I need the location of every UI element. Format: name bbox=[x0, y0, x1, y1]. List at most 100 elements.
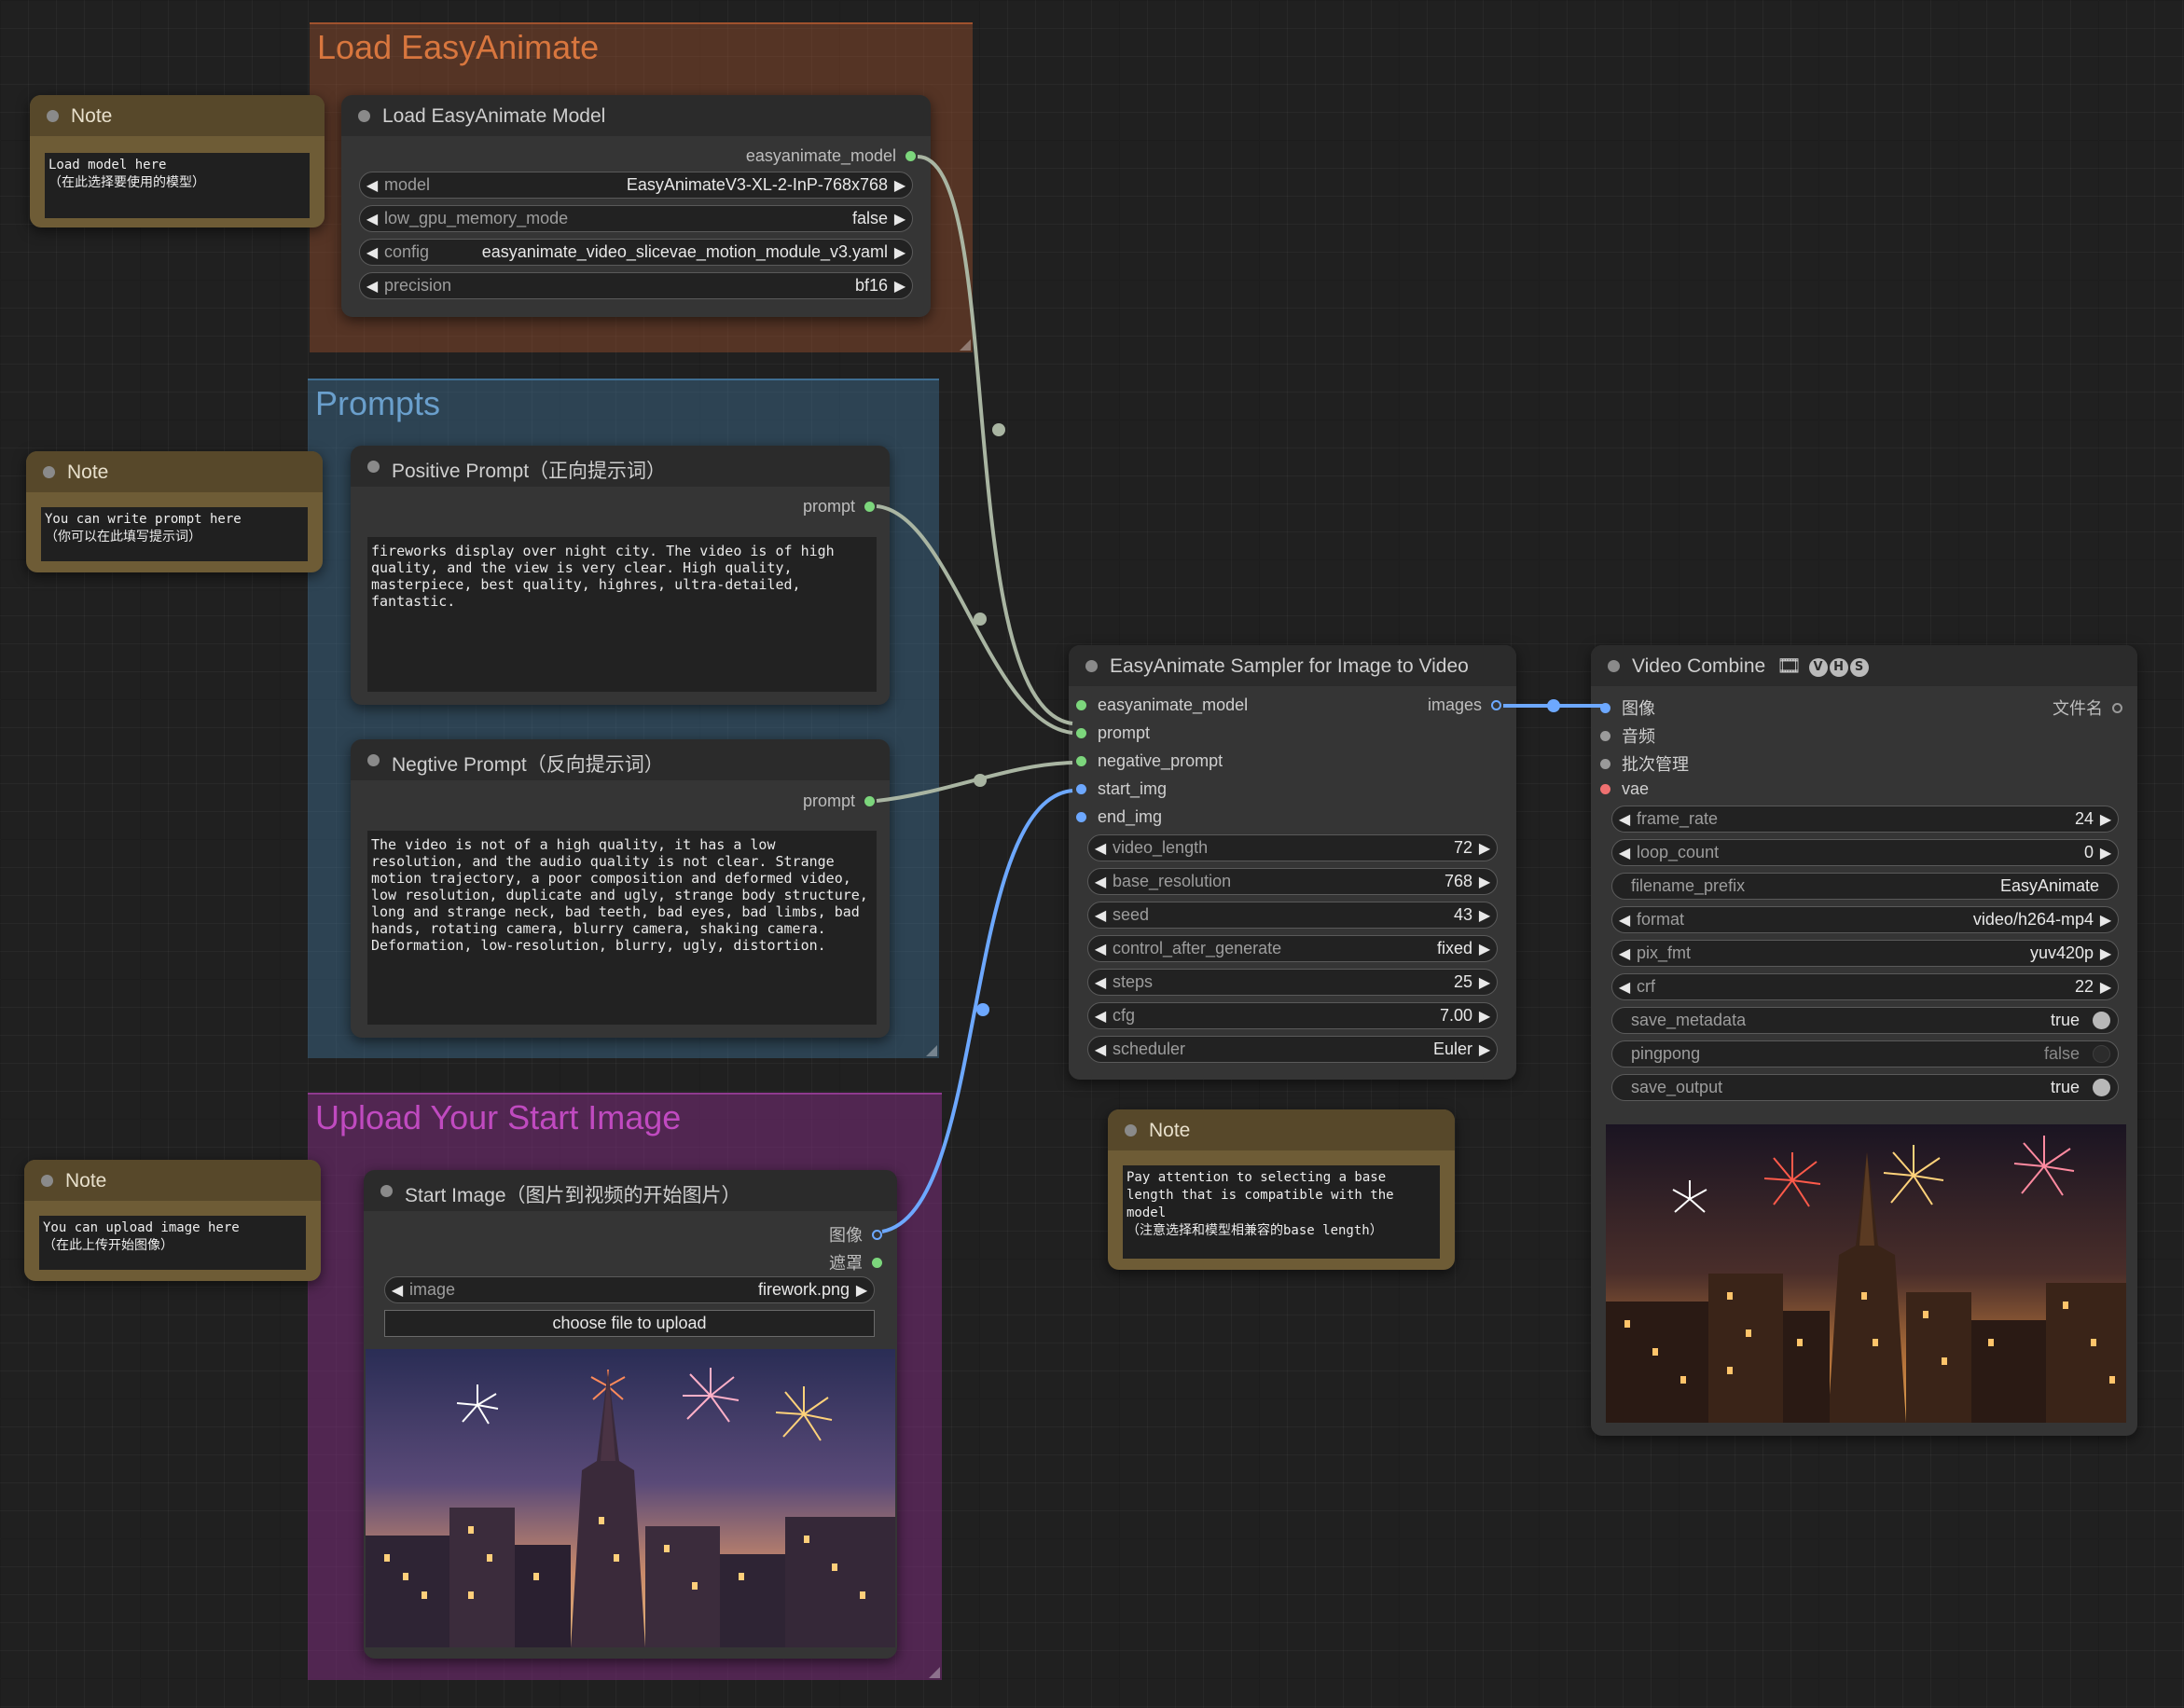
decrement-arrow-icon[interactable]: ◀ bbox=[1088, 940, 1113, 958]
toggle-knob-icon[interactable] bbox=[2093, 1012, 2110, 1029]
slot-connector-icon[interactable] bbox=[1076, 784, 1086, 794]
reroute-dot[interactable] bbox=[1547, 699, 1560, 712]
precision-widget[interactable]: ◀ precision bf16 ▶ bbox=[359, 272, 913, 299]
slot-connector-icon[interactable] bbox=[1491, 700, 1501, 710]
frame-rate-widget[interactable]: ◀ frame_rate 24 ▶ bbox=[1611, 806, 2119, 833]
collapse-dot-icon[interactable] bbox=[358, 110, 370, 122]
negative-prompt-textarea[interactable]: The video is not of a high quality, it h… bbox=[367, 831, 877, 1025]
steps-widget[interactable]: ◀ steps 25 ▶ bbox=[1087, 969, 1498, 996]
slot-connector-icon[interactable] bbox=[872, 1229, 882, 1240]
pingpong-toggle[interactable]: pingpong false bbox=[1611, 1040, 2119, 1068]
control-after-generate-widget[interactable]: ◀ control_after_generate fixed ▶ bbox=[1087, 935, 1498, 962]
decrement-arrow-icon[interactable]: ◀ bbox=[1612, 911, 1637, 930]
node-header[interactable]: Note bbox=[26, 451, 323, 492]
node-header[interactable]: Note bbox=[24, 1160, 321, 1201]
toggle-knob-icon[interactable] bbox=[2093, 1045, 2110, 1063]
input-slot-prompt[interactable]: prompt bbox=[1076, 723, 1150, 743]
collapse-dot-icon[interactable] bbox=[1125, 1124, 1137, 1136]
config-widget[interactable]: ◀ config easyanimate_video_slicevae_moti… bbox=[359, 239, 913, 266]
filename-prefix-widget[interactable]: filename_prefix EasyAnimate bbox=[1611, 873, 2119, 900]
increment-arrow-icon[interactable]: ▶ bbox=[1472, 1007, 1497, 1026]
node-header[interactable]: Note bbox=[30, 95, 325, 136]
increment-arrow-icon[interactable]: ▶ bbox=[850, 1281, 874, 1300]
toggle-knob-icon[interactable] bbox=[2093, 1079, 2110, 1096]
group-resize-handle[interactable] bbox=[929, 1667, 940, 1678]
decrement-arrow-icon[interactable]: ◀ bbox=[360, 176, 384, 195]
group-resize-handle[interactable] bbox=[926, 1045, 937, 1056]
node-header[interactable]: EasyAnimate Sampler for Image to Video bbox=[1069, 645, 1516, 686]
node-header[interactable]: Load EasyAnimate Model bbox=[341, 95, 931, 136]
decrement-arrow-icon[interactable]: ◀ bbox=[1088, 1007, 1113, 1026]
slot-connector-icon[interactable] bbox=[2112, 702, 2122, 713]
slot-connector-icon[interactable] bbox=[864, 502, 875, 512]
save-metadata-toggle[interactable]: save_metadata true bbox=[1611, 1007, 2119, 1034]
collapse-dot-icon[interactable] bbox=[47, 110, 59, 122]
slot-connector-icon[interactable] bbox=[1600, 758, 1610, 769]
easyanimate-sampler-node[interactable]: EasyAnimate Sampler for Image to Video e… bbox=[1069, 645, 1516, 1080]
increment-arrow-icon[interactable]: ▶ bbox=[2094, 844, 2118, 862]
note-node[interactable]: Note You can write prompt here （你可以在此填写提… bbox=[26, 451, 323, 572]
node-header[interactable]: Positive Prompt（正向提示词） bbox=[351, 446, 890, 487]
model-widget[interactable]: ◀ model EasyAnimateV3-XL-2-InP-768x768 ▶ bbox=[359, 172, 913, 199]
note-node[interactable]: Note You can upload image here （在此上传开始图像… bbox=[24, 1160, 321, 1281]
slot-connector-icon[interactable] bbox=[1076, 812, 1086, 822]
decrement-arrow-icon[interactable]: ◀ bbox=[360, 243, 384, 262]
increment-arrow-icon[interactable]: ▶ bbox=[1472, 873, 1497, 891]
reroute-dot[interactable] bbox=[976, 1003, 989, 1016]
note-text[interactable]: You can write prompt here （你可以在此填写提示词） bbox=[41, 507, 308, 561]
output-slot-prompt[interactable]: prompt bbox=[803, 792, 875, 811]
note-node[interactable]: Note Pay attention to selecting a base l… bbox=[1108, 1109, 1455, 1270]
base-resolution-widget[interactable]: ◀ base_resolution 768 ▶ bbox=[1087, 868, 1498, 895]
note-text[interactable]: Load model here （在此选择要使用的模型） bbox=[45, 153, 310, 218]
collapse-dot-icon[interactable] bbox=[380, 1185, 393, 1197]
collapse-dot-icon[interactable] bbox=[1085, 660, 1098, 672]
decrement-arrow-icon[interactable]: ◀ bbox=[1088, 973, 1113, 992]
slot-connector-icon[interactable] bbox=[872, 1257, 882, 1268]
choose-file-to-upload-button[interactable]: choose file to upload bbox=[384, 1310, 875, 1337]
scheduler-widget[interactable]: ◀ scheduler Euler ▶ bbox=[1087, 1036, 1498, 1063]
output-slot-filenames[interactable]: 文件名 bbox=[2053, 696, 2122, 720]
input-slot-audio[interactable]: 音频 bbox=[1600, 723, 1655, 748]
reroute-dot[interactable] bbox=[974, 613, 987, 626]
increment-arrow-icon[interactable]: ▶ bbox=[1472, 839, 1497, 858]
increment-arrow-icon[interactable]: ▶ bbox=[1472, 1040, 1497, 1059]
slot-connector-icon[interactable] bbox=[1600, 784, 1610, 794]
input-slot-vae[interactable]: vae bbox=[1600, 779, 1649, 799]
positive-prompt-node[interactable]: Positive Prompt（正向提示词） prompt fireworks … bbox=[351, 446, 890, 705]
increment-arrow-icon[interactable]: ▶ bbox=[2094, 978, 2118, 997]
slot-connector-icon[interactable] bbox=[1600, 730, 1610, 741]
seed-widget[interactable]: ◀ seed 43 ▶ bbox=[1087, 902, 1498, 929]
group-resize-handle[interactable] bbox=[960, 339, 971, 351]
crf-widget[interactable]: ◀ crf 22 ▶ bbox=[1611, 973, 2119, 1000]
increment-arrow-icon[interactable]: ▶ bbox=[1472, 940, 1497, 958]
collapse-dot-icon[interactable] bbox=[43, 466, 55, 478]
collapse-dot-icon[interactable] bbox=[367, 754, 380, 766]
output-slot-image[interactable]: 图像 bbox=[829, 1222, 882, 1247]
output-slot-easyanimate-model[interactable]: easyanimate_model bbox=[746, 146, 916, 166]
increment-arrow-icon[interactable]: ▶ bbox=[888, 243, 912, 262]
reroute-dot[interactable] bbox=[992, 423, 1005, 436]
decrement-arrow-icon[interactable]: ◀ bbox=[360, 277, 384, 296]
video-combine-node[interactable]: Video Combine 🎞 VHS 图像 音频 批次管理 vae 文件名 ◀… bbox=[1591, 645, 2137, 1436]
output-slot-images[interactable]: images bbox=[1428, 696, 1501, 715]
cfg-widget[interactable]: ◀ cfg 7.00 ▶ bbox=[1087, 1002, 1498, 1029]
note-node[interactable]: Note Load model here （在此选择要使用的模型） bbox=[30, 95, 325, 227]
slot-connector-icon[interactable] bbox=[1076, 756, 1086, 766]
increment-arrow-icon[interactable]: ▶ bbox=[2094, 911, 2118, 930]
decrement-arrow-icon[interactable]: ◀ bbox=[1088, 839, 1113, 858]
start-image-node[interactable]: Start Image（图片到视频的开始图片） 图像 遮罩 ◀ image fi… bbox=[364, 1170, 897, 1659]
low-gpu-memory-mode-widget[interactable]: ◀ low_gpu_memory_mode false ▶ bbox=[359, 205, 913, 232]
collapse-dot-icon[interactable] bbox=[41, 1175, 53, 1187]
node-header[interactable]: Video Combine 🎞 VHS bbox=[1591, 645, 2137, 686]
decrement-arrow-icon[interactable]: ◀ bbox=[360, 210, 384, 228]
note-text[interactable]: Pay attention to selecting a base length… bbox=[1123, 1165, 1440, 1259]
slot-connector-icon[interactable] bbox=[1076, 700, 1086, 710]
decrement-arrow-icon[interactable]: ◀ bbox=[1088, 906, 1113, 925]
input-slot-images[interactable]: 图像 bbox=[1600, 696, 1655, 720]
increment-arrow-icon[interactable]: ▶ bbox=[888, 176, 912, 195]
decrement-arrow-icon[interactable]: ◀ bbox=[1612, 810, 1637, 829]
positive-prompt-textarea[interactable]: fireworks display over night city. The v… bbox=[367, 537, 877, 692]
slot-connector-icon[interactable] bbox=[905, 151, 916, 161]
collapse-dot-icon[interactable] bbox=[367, 461, 380, 473]
node-header[interactable]: Start Image（图片到视频的开始图片） bbox=[364, 1170, 897, 1211]
